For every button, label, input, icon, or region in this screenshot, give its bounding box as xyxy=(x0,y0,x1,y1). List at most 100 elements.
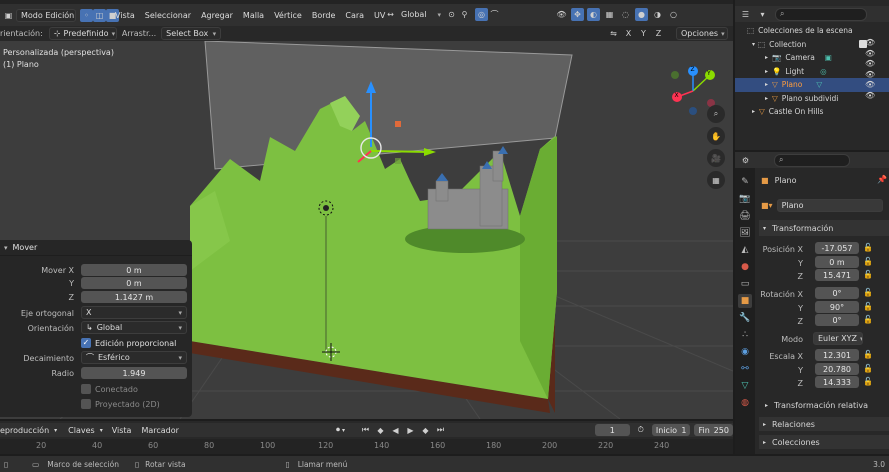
scale-z-field[interactable]: 14.333 xyxy=(815,376,859,388)
visibility-eye-icon[interactable]: 👁 xyxy=(865,59,875,68)
play-icon[interactable]: ▶ xyxy=(404,424,417,437)
data-tab-icon[interactable]: ▽ xyxy=(738,379,752,393)
scale-y-field[interactable]: 20.780 xyxy=(815,363,859,375)
viewport-3d[interactable]: Personalizada (perspectiva) (1) Plano Y … xyxy=(0,41,733,419)
rotation-mode-dropdown[interactable]: Euler XYZ▾ xyxy=(813,332,863,345)
current-frame-field[interactable]: 1 xyxy=(594,424,630,436)
orientation-dropdown[interactable]: ↳ Global ▾ xyxy=(81,321,187,334)
pan-hand-icon[interactable]: ✋ xyxy=(707,127,725,145)
lock-icon[interactable]: 🔓 xyxy=(863,257,873,266)
keying-menu[interactable]: Claves xyxy=(63,426,100,435)
object-tab-icon[interactable]: ■ xyxy=(738,294,752,308)
delta-transform-panel[interactable]: ▸ Transformación relativa xyxy=(765,399,889,411)
visibility-eye-icon[interactable]: 👁 xyxy=(865,80,875,89)
xray-icon[interactable]: ▦ xyxy=(603,8,616,21)
drag-dropdown[interactable]: Select Box ▾ xyxy=(161,27,222,40)
tool-tab-icon[interactable]: ✎ xyxy=(738,175,752,189)
location-y-field[interactable]: 0 m xyxy=(815,256,859,268)
collections-panel[interactable]: ▸ Colecciones xyxy=(759,435,889,449)
mirror-x-toggle[interactable]: X xyxy=(622,27,635,40)
constraints-tab-icon[interactable]: ⚯ xyxy=(738,362,752,376)
material-tab-icon[interactable]: ◍ xyxy=(738,396,752,410)
prev-keyframe-icon[interactable]: ◆ xyxy=(374,424,387,437)
particles-tab-icon[interactable]: ∴ xyxy=(738,328,752,342)
mirror-y-toggle[interactable]: Y xyxy=(637,27,650,40)
object-name-field[interactable]: Plano xyxy=(776,198,883,212)
mirror-icon[interactable]: ⇋ xyxy=(607,27,620,40)
overlay-toggle-icon[interactable]: ◐ xyxy=(587,8,600,21)
visibility-eye-icon[interactable]: 👁 xyxy=(865,49,875,58)
ortho-axis-dropdown[interactable]: X ▾ xyxy=(81,306,187,319)
mirror-z-toggle[interactable]: Z xyxy=(652,27,665,40)
lock-icon[interactable]: 🔓 xyxy=(863,364,873,373)
world-tab-icon[interactable]: ● xyxy=(738,260,752,274)
visibility-eye-icon[interactable]: 👁 xyxy=(865,91,875,100)
menu-vista[interactable]: Vista xyxy=(110,11,140,20)
visibility-eye-icon[interactable]: 👁 xyxy=(865,38,875,47)
marker-menu[interactable]: Marcador xyxy=(136,426,183,435)
lock-icon[interactable]: 🔓 xyxy=(863,315,873,324)
lock-icon[interactable]: 🔓 xyxy=(863,288,873,297)
zoom-icon[interactable]: ⌕ xyxy=(707,105,725,123)
lock-icon[interactable]: 🔓 xyxy=(863,377,873,386)
record-icon[interactable]: ⏺ xyxy=(336,425,340,435)
outliner-row-castle[interactable]: ▸ ▽ Castle On Hills xyxy=(735,105,889,119)
rotation-x-field[interactable]: 0° xyxy=(815,287,859,299)
solid-shading-icon[interactable]: ● xyxy=(635,8,648,21)
vertex-select-icon[interactable]: ◦ xyxy=(80,8,93,22)
scene-tab-icon[interactable]: ◭ xyxy=(738,243,752,257)
options-dropdown[interactable]: Opciones ▾ xyxy=(676,27,728,40)
lock-icon[interactable]: 🔓 xyxy=(863,350,873,359)
rotation-y-field[interactable]: 90° xyxy=(815,301,859,313)
menu-borde[interactable]: Borde xyxy=(307,11,341,20)
location-z-field[interactable]: 15.471 xyxy=(815,269,859,281)
output-tab-icon[interactable]: 🖨 xyxy=(738,209,752,223)
connected-checkbox[interactable] xyxy=(81,384,91,394)
snap-icon[interactable]: ⚲ xyxy=(458,8,471,21)
timeline-ruler[interactable]: 20 40 60 80 100 120 140 160 180 200 220 … xyxy=(0,439,733,454)
physics-tab-icon[interactable]: ◉ xyxy=(738,345,752,359)
move-x-field[interactable]: 0 m xyxy=(81,264,187,276)
move-z-field[interactable]: 1.1427 m xyxy=(81,291,187,303)
menu-agregar[interactable]: Agregar xyxy=(196,11,238,20)
object-dropdown-icon[interactable]: ■▾ xyxy=(761,201,773,210)
end-frame-field[interactable]: Fin 250 xyxy=(694,424,733,436)
menu-malla[interactable]: Malla xyxy=(238,11,269,20)
scale-x-field[interactable]: 12.301 xyxy=(815,349,859,361)
radius-field[interactable]: 1.949 xyxy=(81,367,187,379)
lock-icon[interactable]: 🔓 xyxy=(863,270,873,279)
menu-cara[interactable]: Cara xyxy=(340,11,369,20)
transform-panel-header[interactable]: ▾ Transformación xyxy=(759,220,889,236)
perspective-grid-icon[interactable]: ▦ xyxy=(707,171,725,189)
rendered-shading-icon[interactable]: ○ xyxy=(667,8,680,21)
properties-search[interactable]: ⌕ xyxy=(774,153,850,167)
visibility-eye-icon[interactable]: 👁 xyxy=(865,70,875,79)
menu-vertice[interactable]: Vértice xyxy=(269,11,307,20)
view-layer-tab-icon[interactable]: 🖼 xyxy=(738,226,752,240)
lock-icon[interactable]: 🔓 xyxy=(863,243,873,252)
playback-menu[interactable]: eproducción xyxy=(0,426,54,435)
projected-checkbox[interactable] xyxy=(81,399,91,409)
proportional-checkbox[interactable]: ✓ xyxy=(81,338,91,348)
proportional-edit-icon[interactable]: ◎ xyxy=(475,8,488,21)
tool-orientation-dropdown[interactable]: ⊹ Predefinido ▾ xyxy=(48,27,117,40)
jump-start-icon[interactable]: ⏮ xyxy=(359,424,372,437)
camera-view-icon[interactable]: 🎥 xyxy=(707,149,725,167)
filter-display-icon[interactable]: ▾ xyxy=(756,8,769,21)
jump-end-icon[interactable]: ⏭ xyxy=(434,424,447,437)
gizmo-toggle-icon[interactable]: ✥ xyxy=(571,8,584,21)
pivot-icon[interactable]: ⊙ xyxy=(445,8,458,21)
outliner-editor-icon[interactable]: ☰ xyxy=(739,8,752,21)
falloff-icon[interactable]: ⌒ xyxy=(488,8,501,21)
rotation-z-field[interactable]: 0° xyxy=(815,314,859,326)
wireframe-shading-icon[interactable]: ◌ xyxy=(619,8,632,21)
outliner-search[interactable]: ⌕ xyxy=(775,7,867,21)
play-reverse-icon[interactable]: ◀ xyxy=(389,424,402,437)
start-frame-field[interactable]: Inicio 1 xyxy=(651,424,691,436)
mode-selector[interactable]: Modo Edición▾ xyxy=(16,8,76,22)
location-x-field[interactable]: -17.057 xyxy=(815,242,859,254)
collection-tab-icon[interactable]: ▭ xyxy=(738,277,752,291)
move-y-field[interactable]: 0 m xyxy=(81,277,187,289)
menu-seleccionar[interactable]: Seleccionar xyxy=(140,11,196,20)
relations-panel[interactable]: ▸ Relaciones xyxy=(759,417,889,431)
